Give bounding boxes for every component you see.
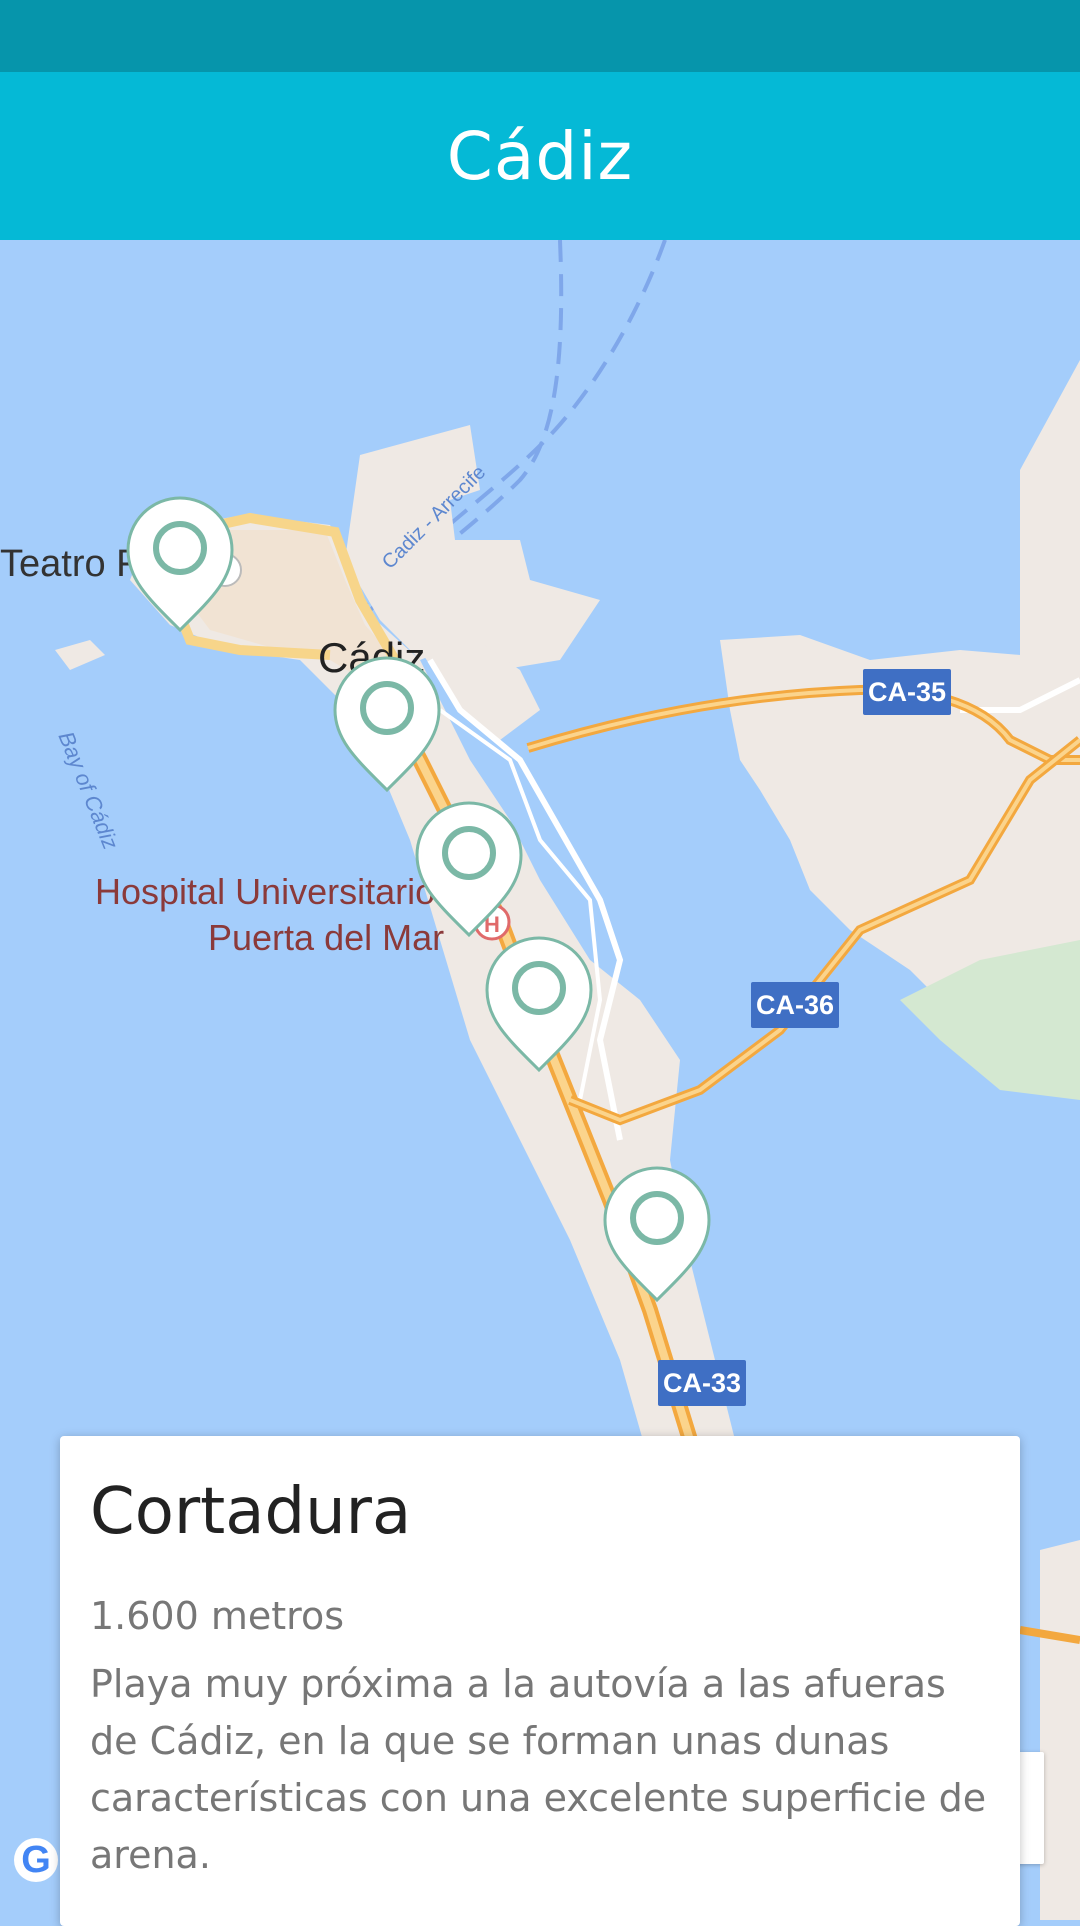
label-hospital-line1: Hospital Universitario (95, 871, 435, 912)
svg-text:CA-36: CA-36 (756, 990, 834, 1020)
road-shield-ca35: CA-35 (863, 669, 951, 715)
beach-name: Cortadura (90, 1475, 412, 1549)
status-bar (0, 0, 1080, 72)
beach-info-card[interactable]: Cortadura 1.600 metros Playa muy próxima… (60, 1436, 1020, 1926)
svg-text:CA-35: CA-35 (868, 677, 946, 707)
google-logo-icon: G (14, 1838, 58, 1882)
app-bar: Cádiz (0, 72, 1080, 240)
land-southeast (1040, 1540, 1080, 1920)
road-shield-ca36: CA-36 (751, 982, 839, 1028)
beach-distance: 1.600 metros (90, 1593, 344, 1638)
beach-description: Playa muy próxima a la autovía a las afu… (90, 1661, 987, 1877)
svg-text:CA-33: CA-33 (663, 1368, 741, 1398)
road-shield-ca33: CA-33 (658, 1360, 746, 1406)
page-title: Cádiz (446, 117, 634, 195)
label-hospital-line2: Puerta del Mar (208, 917, 444, 958)
